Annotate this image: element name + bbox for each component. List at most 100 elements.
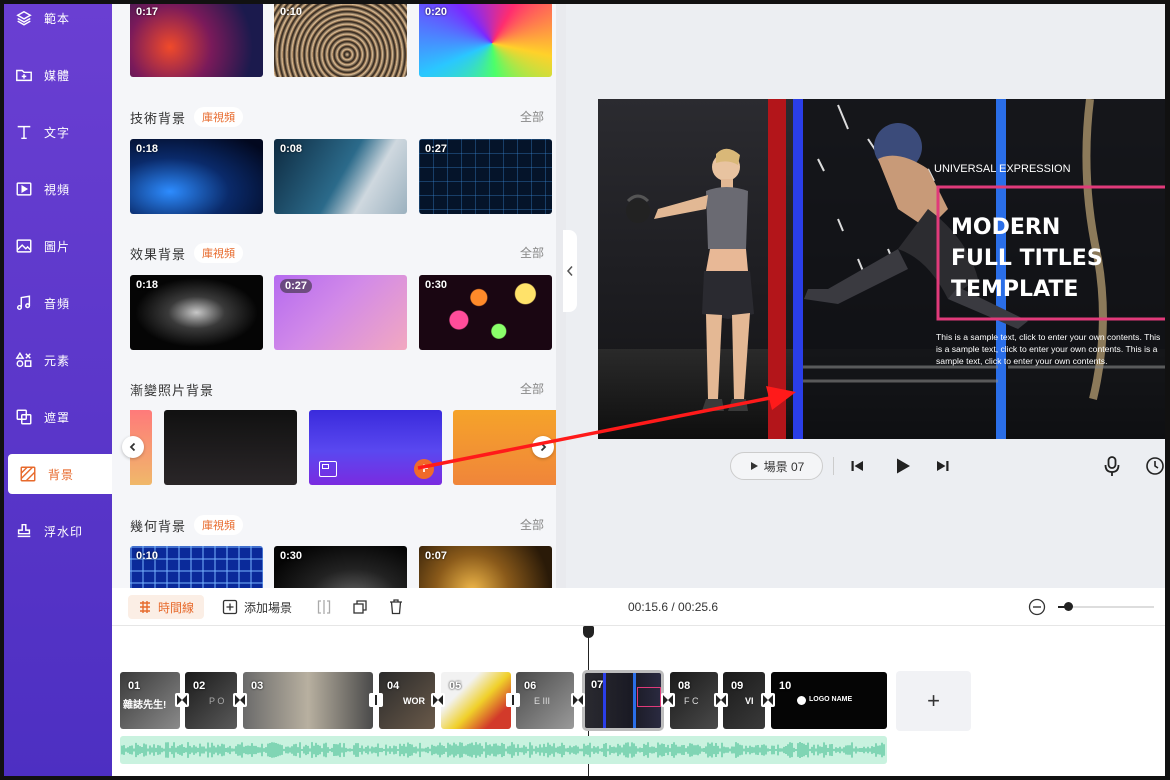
- previous-scene-button[interactable]: [848, 458, 866, 474]
- transition-button[interactable]: [761, 693, 775, 707]
- cut-icon: [512, 695, 514, 705]
- music-icon: [14, 293, 34, 313]
- scene-title-text[interactable]: MODERN FULL TITLES TEMPLATE: [951, 212, 1103, 305]
- time-display: 00:15.6 / 00:25.6: [628, 600, 719, 614]
- next-scene-button[interactable]: [934, 458, 952, 474]
- background-thumbnail[interactable]: 0:18: [130, 275, 263, 350]
- video-icon: [14, 179, 34, 199]
- sidebar-item-elements[interactable]: 元素: [4, 340, 112, 380]
- library-video-tag: 庫視頻: [194, 107, 243, 127]
- scene-body-text[interactable]: This is a sample text, click to enter yo…: [936, 331, 1160, 367]
- scene-preview-canvas[interactable]: UNIVERSAL EXPRESSION MODERN FULL TITLES …: [598, 99, 1165, 439]
- timeline-clip-selected[interactable]: 07: [582, 670, 664, 731]
- trash-icon: [390, 599, 402, 615]
- zoom-out-button[interactable]: [1028, 598, 1046, 616]
- transition-button[interactable]: [369, 693, 383, 707]
- sidebar-item-audio[interactable]: 音頻: [4, 283, 112, 323]
- sidebar-item-media[interactable]: 媒體: [4, 55, 112, 95]
- collapse-panel-button[interactable]: [563, 230, 577, 312]
- background-thumbnail[interactable]: 0:07: [419, 546, 552, 588]
- timer-button[interactable]: [1145, 456, 1165, 476]
- delete-button[interactable]: [388, 598, 404, 615]
- timeline-clip[interactable]: 06 E III: [516, 672, 574, 729]
- transition-icon: [663, 695, 673, 705]
- transition-icon: [573, 695, 583, 705]
- timeline-clip[interactable]: 08 F C: [670, 672, 718, 729]
- gradient-thumbnail-selected[interactable]: +: [309, 410, 442, 485]
- clip-caption: WOR: [403, 696, 425, 706]
- chevron-left-icon: [566, 266, 573, 276]
- microphone-icon: [1104, 456, 1120, 476]
- background-thumbnail[interactable]: 0:27: [274, 275, 407, 350]
- background-thumbnail[interactable]: 0:27: [419, 139, 552, 214]
- timeline-clip[interactable]: 01 雜誌先生!: [120, 672, 180, 729]
- sidebar-item-text[interactable]: 文字: [4, 112, 112, 152]
- scene-selector-button[interactable]: 場景 07: [730, 452, 823, 480]
- sidebar-item-mask[interactable]: 遮罩: [4, 397, 112, 437]
- transition-button[interactable]: [661, 693, 675, 707]
- transition-button[interactable]: [175, 693, 189, 707]
- background-thumbnail[interactable]: 0:10: [274, 4, 407, 77]
- zoom-slider[interactable]: [1058, 602, 1154, 611]
- background-thumbnail[interactable]: 0:30: [274, 546, 407, 588]
- timeline-clip[interactable]: 10 LOGO NAME: [771, 672, 887, 729]
- sidebar-item-image[interactable]: 圖片: [4, 226, 112, 266]
- zoom-slider-knob[interactable]: [1063, 602, 1073, 611]
- stamp-icon: [14, 521, 34, 541]
- folder-add-icon: [14, 65, 34, 85]
- chevron-left-icon: [129, 442, 136, 452]
- background-thumbnail[interactable]: 0:20: [419, 4, 552, 77]
- view-all-link[interactable]: 全部: [520, 244, 544, 261]
- duplicate-button[interactable]: [352, 599, 368, 615]
- transition-button[interactable]: [506, 693, 520, 707]
- mask-icon: [14, 407, 34, 427]
- sidebar-item-video[interactable]: 視頻: [4, 169, 112, 209]
- timeline-clip[interactable]: 03: [243, 672, 373, 729]
- logo-circle-icon: [797, 696, 806, 705]
- transition-button[interactable]: [714, 693, 728, 707]
- split-button[interactable]: [316, 599, 332, 615]
- record-voice-button[interactable]: [1102, 455, 1122, 477]
- scene-overline-text[interactable]: UNIVERSAL EXPRESSION: [934, 163, 1071, 175]
- carousel-next-button[interactable]: [532, 436, 554, 458]
- transition-button[interactable]: [233, 693, 247, 707]
- add-scene-button[interactable]: 添加場景: [222, 595, 292, 619]
- view-all-link[interactable]: 全部: [520, 380, 544, 397]
- timeline-clip[interactable]: 04 WOR: [379, 672, 435, 729]
- timeline-clip[interactable]: 02 P O: [185, 672, 237, 729]
- timeline-clip[interactable]: 05: [441, 672, 511, 729]
- background-thumbnail[interactable]: 0:17: [130, 4, 263, 77]
- gradient-thumbnail[interactable]: [164, 410, 297, 485]
- cut-icon: [375, 695, 377, 705]
- background-thumbnail[interactable]: 0:10: [130, 546, 263, 588]
- timeline-clip[interactable]: 09 VI: [723, 672, 765, 729]
- sidebar-item-templates[interactable]: 範本: [4, 0, 112, 38]
- add-to-scene-button[interactable]: +: [414, 459, 434, 479]
- add-clip-button[interactable]: +: [896, 671, 971, 731]
- sidebar-item-background[interactable]: 背景: [8, 454, 112, 494]
- text-icon: [14, 122, 34, 142]
- clip-caption: 雜誌先生!: [123, 700, 167, 711]
- timeline-tab[interactable]: 時間線: [128, 595, 205, 619]
- play-button[interactable]: [892, 456, 914, 476]
- picture-in-picture-icon: [319, 461, 337, 477]
- view-all-link[interactable]: 全部: [520, 516, 544, 533]
- audio-waveform: [121, 742, 885, 758]
- playhead-handle[interactable]: [583, 626, 594, 638]
- transition-button[interactable]: [571, 693, 585, 707]
- background-thumbnail[interactable]: 0:30: [419, 275, 552, 350]
- clock-icon: [1146, 457, 1164, 475]
- background-thumbnail[interactable]: 0:08: [274, 139, 407, 214]
- zoom-out-icon: [1028, 598, 1046, 616]
- view-all-link[interactable]: 全部: [520, 108, 544, 125]
- duration-label: 0:20: [425, 6, 448, 18]
- sidebar-item-label: 遮罩: [44, 410, 71, 425]
- library-video-tag: 庫視頻: [194, 243, 243, 263]
- carousel-prev-button[interactable]: [122, 436, 144, 458]
- transition-button[interactable]: [431, 693, 445, 707]
- sidebar-item-watermark[interactable]: 浮水印: [4, 511, 112, 551]
- background-thumbnail[interactable]: 0:18: [130, 139, 263, 214]
- timeline-tab-label: 時間線: [158, 600, 195, 615]
- clip-number: 04: [387, 680, 400, 692]
- audio-track[interactable]: [120, 736, 887, 764]
